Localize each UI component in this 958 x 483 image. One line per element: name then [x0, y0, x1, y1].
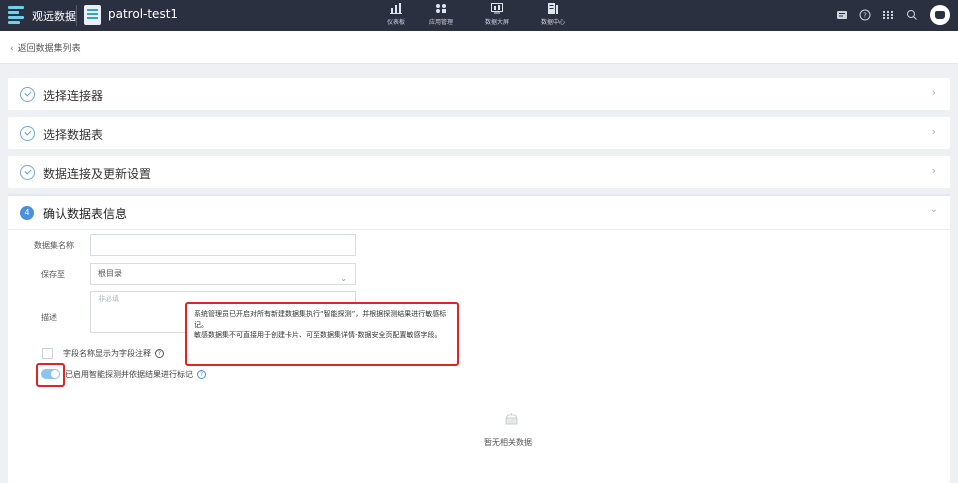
save-to-label: 保存至	[41, 270, 65, 279]
bar-chart-icon	[390, 3, 402, 14]
help-circle-icon[interactable]: ?	[155, 349, 164, 358]
nav-label: 数据大屏	[484, 19, 509, 26]
smart-detection-tooltip: 系统管理员已开启对所有新建数据集执行“智能探测”，并根据探测结果进行敏感标记。 …	[185, 302, 459, 366]
chevron-right-icon: ›	[931, 86, 936, 99]
back-to-dataset-list-link[interactable]: ‹ 返回数据集列表	[10, 41, 81, 54]
guanyuan-logo-icon	[8, 6, 24, 24]
app-document-icon	[84, 5, 101, 25]
empty-box-icon	[505, 413, 518, 425]
app-name[interactable]: patrol-test1	[108, 7, 178, 21]
panel-header[interactable]: 4 确认数据表信息 ⌄	[8, 196, 950, 230]
tooltip-line-1: 系统管理员已开启对所有新建数据集执行“智能探测”，并根据探测结果进行敏感标记。	[194, 310, 447, 329]
field-comment-checkbox-label: 字段名称显示为字段注释?	[63, 348, 164, 359]
divider	[76, 5, 77, 26]
nav-app-management[interactable]: 应用管理	[414, 0, 468, 31]
dataset-name-label: 数据集名称	[34, 241, 74, 250]
field-comment-checkbox[interactable]	[42, 348, 53, 359]
step-title: 选择数据表	[43, 128, 104, 142]
chevron-right-icon: ›	[931, 125, 936, 138]
grid-icon[interactable]	[882, 9, 894, 21]
step-title: 选择连接器	[43, 89, 104, 103]
message-icon[interactable]	[836, 9, 848, 21]
description-placeholder: 非必填	[98, 295, 119, 303]
help-icon[interactable]: ?	[859, 9, 871, 21]
avatar[interactable]	[930, 5, 950, 25]
brand-name: 观远数据	[32, 10, 76, 23]
chevron-right-icon: ›	[931, 164, 936, 177]
back-link-label: 返回数据集列表	[17, 44, 81, 54]
check-circle-icon	[20, 165, 35, 180]
smart-detection-label: 已启用智能探测并依据结果进行标记?	[65, 369, 206, 380]
empty-state-text: 暂无相关数据	[484, 438, 532, 447]
step-connection-settings[interactable]: 数据连接及更新设置 ›	[8, 156, 950, 188]
check-circle-icon	[20, 87, 35, 102]
nav-data-center[interactable]: 数据中心	[526, 0, 580, 31]
description-label: 描述	[41, 313, 57, 322]
step-title: 数据连接及更新设置	[43, 167, 152, 181]
top-navigation-bar: 观远数据 patrol-test1 仪表板 应用管理 数据大屏 数据中心 ?	[0, 0, 958, 31]
apps-icon	[436, 4, 446, 13]
svg-text:?: ?	[863, 12, 867, 20]
save-to-select[interactable]: 根目录 ⌄	[90, 263, 356, 285]
tooltip-line-2: 敏感数据集不可直接用于创建卡片、可至数据集详情-数据安全页配置敏感字段。	[194, 331, 442, 339]
chevron-down-icon: ⌄	[340, 274, 347, 283]
step-number-badge: 4	[20, 206, 34, 220]
save-to-value: 根目录	[98, 269, 122, 278]
search-icon[interactable]	[906, 9, 918, 21]
nav-label: 应用管理	[428, 19, 453, 26]
step-select-table[interactable]: 选择数据表 ›	[8, 117, 950, 149]
panel-title: 确认数据表信息	[43, 207, 128, 221]
step-select-connector[interactable]: 选择连接器 ›	[8, 78, 950, 110]
toggle-label-text: 已启用智能探测并依据结果进行标记	[65, 370, 193, 379]
nav-label: 数据中心	[540, 19, 565, 26]
chevron-down-icon: ⌄	[929, 204, 938, 215]
check-circle-icon	[20, 126, 35, 141]
dataset-name-input[interactable]	[90, 234, 356, 256]
nav-data-screen[interactable]: 数据大屏	[470, 0, 524, 31]
sub-header: ‹ 返回数据集列表	[0, 31, 958, 64]
toggle-highlight-box	[36, 363, 65, 387]
checkbox-label-text: 字段名称显示为字段注释	[63, 349, 151, 358]
chevron-left-icon: ‹	[10, 44, 14, 54]
help-circle-icon[interactable]: ?	[197, 370, 206, 379]
database-icon	[548, 3, 558, 14]
screen-icon	[491, 3, 503, 14]
